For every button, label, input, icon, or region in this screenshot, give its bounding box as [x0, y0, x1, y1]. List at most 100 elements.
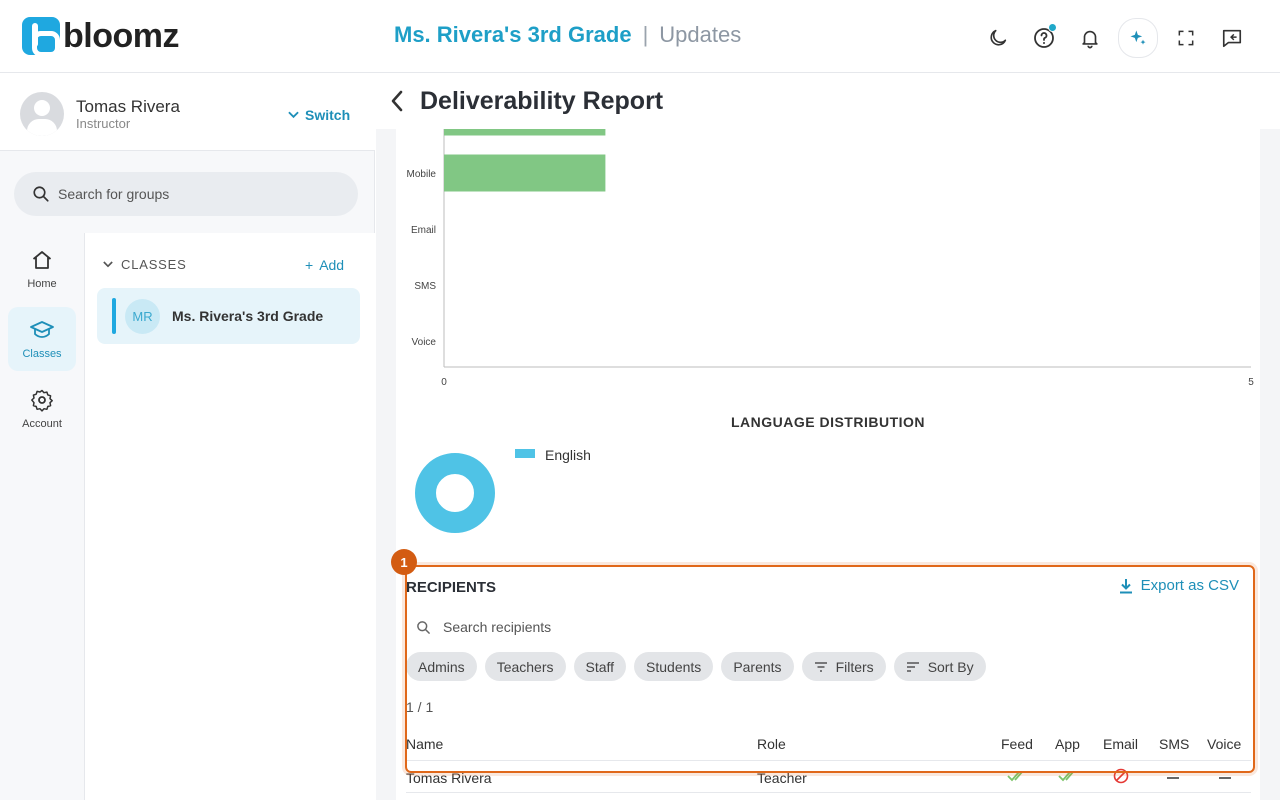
language-distribution-title: LANGUAGE DISTRIBUTION: [730, 414, 926, 430]
nav-item-account[interactable]: Account: [8, 377, 76, 441]
top-bar: bloomz Ms. Rivera's 3rd Grade | Updates: [0, 0, 1280, 73]
filters-label: Filters: [835, 658, 874, 675]
x-tick-label: 0: [441, 377, 447, 388]
category-label-voice: Voice: [412, 337, 437, 348]
back-button[interactable]: [390, 90, 404, 117]
col-voice: Voice: [1207, 736, 1242, 752]
class-item[interactable]: MR Ms. Rivera's 3rd Grade: [97, 288, 360, 344]
chip-admins[interactable]: Admins: [406, 652, 477, 681]
report-header: Deliverability Report: [376, 73, 1280, 129]
groups-panel: CLASSES + Add MR Ms. Rivera's 3rd Grade: [85, 233, 375, 800]
double-check-icon: [1058, 771, 1074, 782]
recipient-search-input[interactable]: Search recipients: [416, 619, 551, 635]
graduation-cap-icon: [30, 321, 54, 338]
plus-icon: +: [305, 257, 314, 273]
chevron-left-icon: [391, 90, 403, 112]
report-card: Mobile Email SMS Voice 0 5 LANGUAGE DISTRIBUT…: [396, 129, 1260, 800]
none-dash-icon: [1167, 777, 1179, 779]
dark-mode-icon[interactable]: [980, 20, 1016, 56]
nav-item-home[interactable]: Home: [8, 237, 76, 301]
recipient-search-placeholder: Search recipients: [443, 619, 552, 635]
category-label-sms: SMS: [414, 281, 436, 292]
col-name[interactable]: Name: [406, 736, 443, 752]
recipients-title: RECIPIENTS: [406, 579, 497, 596]
bar-mobile: [444, 154, 606, 192]
recipient-name: Tomas Rivera: [406, 770, 492, 786]
help-icon[interactable]: [1026, 20, 1062, 56]
search-icon: [417, 620, 430, 634]
group-search-input[interactable]: Search for groups: [14, 172, 358, 216]
active-indicator: [112, 298, 116, 334]
recipients-section: RECIPIENTS Export as CSV Search recipien…: [406, 569, 1251, 800]
home-icon: [32, 251, 52, 269]
classes-heading: CLASSES: [121, 257, 187, 272]
main-content: Deliverability Report Mobile Email SMS Voic…: [376, 73, 1280, 800]
legend-swatch-english: [515, 449, 535, 458]
chip-staff[interactable]: Staff: [573, 652, 627, 681]
class-initials-badge: MR: [125, 299, 160, 334]
chevron-down-icon: [103, 261, 113, 268]
sort-by-button[interactable]: Sort By: [893, 652, 986, 681]
chevron-down-icon: [288, 111, 299, 119]
add-label: Add: [319, 257, 345, 273]
user-role: Instructor: [76, 116, 131, 131]
logo-text: bloomz: [63, 17, 179, 55]
export-csv-button[interactable]: Export as CSV: [1119, 577, 1239, 594]
page-title: Deliverability Report: [420, 87, 664, 115]
search-icon: [33, 186, 49, 202]
none-dash-icon: [1219, 777, 1231, 779]
col-sms: SMS: [1159, 736, 1190, 752]
recipient-role: Teacher: [757, 770, 807, 786]
class-name: Ms. Rivera's 3rd Grade: [172, 308, 324, 324]
nav-label-home: Home: [27, 278, 57, 290]
language-donut-slice: [415, 453, 495, 533]
breadcrumb-page: Updates: [659, 22, 742, 47]
col-email: Email: [1103, 736, 1139, 752]
blocked-icon: [1113, 768, 1129, 784]
x-tick-label: 5: [1248, 377, 1254, 388]
bell-icon[interactable]: [1072, 20, 1108, 56]
avatar[interactable]: [20, 92, 64, 136]
bloomz-logo[interactable]: bloomz: [22, 17, 179, 57]
fullscreen-icon[interactable]: [1168, 20, 1204, 56]
user-panel: Tomas Rivera Instructor Switch: [0, 73, 375, 151]
result-count: 1 / 1: [406, 699, 434, 715]
classes-toggle[interactable]: CLASSES: [103, 257, 187, 272]
collapse-panel-icon[interactable]: [1214, 20, 1250, 56]
add-class-button[interactable]: + Add: [305, 257, 344, 273]
annotation-badge: 1: [391, 549, 417, 575]
switch-button[interactable]: Switch: [288, 107, 350, 123]
nav-label-classes: Classes: [22, 348, 62, 360]
nav-item-classes[interactable]: Classes: [8, 307, 76, 371]
sort-icon: [906, 661, 919, 672]
search-placeholder: Search for groups: [58, 186, 170, 202]
chip-parents[interactable]: Parents: [721, 652, 794, 681]
recipients-table-header: Name Role Feed App Email SMS Voice: [406, 732, 1251, 761]
category-label-mobile: Mobile: [407, 169, 437, 180]
ai-sparkle-icon[interactable]: [1118, 18, 1158, 58]
logo-mark-icon: [22, 17, 60, 57]
sort-label: Sort By: [927, 658, 974, 675]
table-row[interactable]: Tomas Rivera Teacher: [406, 763, 1251, 793]
switch-label: Switch: [305, 107, 351, 123]
bar-feed: [444, 129, 606, 136]
nav-rail: Home Classes Account: [0, 233, 85, 800]
gear-icon: [31, 389, 53, 412]
nav-label-account: Account: [22, 418, 62, 430]
col-app: App: [1055, 736, 1080, 752]
col-role[interactable]: Role: [757, 736, 786, 752]
export-label: Export as CSV: [1140, 577, 1239, 594]
notification-dot: [1048, 23, 1057, 32]
filter-icon: [814, 661, 827, 672]
category-label-email: Email: [411, 225, 436, 236]
chip-students[interactable]: Students: [634, 652, 714, 681]
filter-chips: Admins Teachers Staff Students Parents F…: [406, 652, 986, 681]
breadcrumb: Ms. Rivera's 3rd Grade | Updates: [394, 22, 741, 48]
double-check-icon: [1007, 771, 1023, 782]
top-actions: [980, 18, 1250, 58]
filters-button[interactable]: Filters: [801, 652, 886, 681]
breadcrumb-separator: |: [642, 22, 649, 47]
breadcrumb-group[interactable]: Ms. Rivera's 3rd Grade: [394, 22, 632, 48]
delivery-bar-chart: Mobile Email SMS Voice 0 5: [407, 129, 1254, 388]
chip-teachers[interactable]: Teachers: [484, 652, 566, 681]
